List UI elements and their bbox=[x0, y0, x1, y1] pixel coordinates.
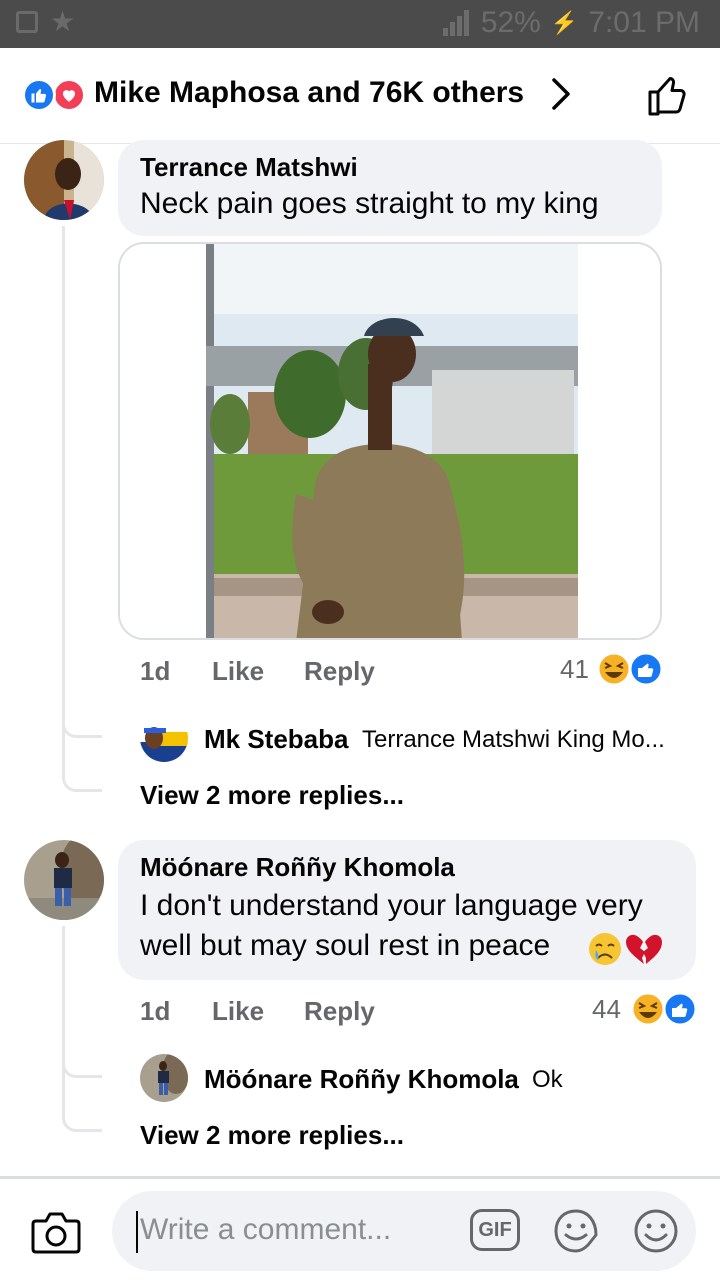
avatar[interactable] bbox=[140, 1054, 188, 1102]
reactions-header[interactable]: Mike Maphosa and 76K others bbox=[0, 48, 720, 144]
comment-author[interactable]: Terrance Matshwi bbox=[140, 152, 358, 183]
reaction-summary-icons[interactable] bbox=[630, 990, 698, 1028]
text-caret bbox=[136, 1211, 138, 1253]
like-post-icon[interactable] bbox=[646, 74, 690, 118]
comment-timestamp: 1d bbox=[140, 656, 171, 686]
comment-text-line: I don't understand your language very bbox=[140, 889, 643, 922]
reply-author[interactable]: Mk Stebaba bbox=[204, 724, 349, 755]
reply-author[interactable]: Möónare Roññy Khomola bbox=[204, 1064, 519, 1095]
avatar[interactable] bbox=[24, 140, 104, 220]
gallery-notification-icon bbox=[16, 11, 38, 33]
like-button[interactable]: Like bbox=[212, 656, 264, 687]
avatar[interactable] bbox=[140, 714, 188, 762]
reaction-count[interactable]: 44 bbox=[592, 994, 621, 1025]
avatar[interactable] bbox=[24, 840, 104, 920]
emoji-icon[interactable] bbox=[632, 1207, 680, 1255]
comment-input[interactable]: Write a comment... GIF bbox=[112, 1191, 696, 1271]
sad-and-broken-heart-emoji-icon bbox=[589, 933, 662, 965]
like-reaction-icon bbox=[22, 78, 56, 112]
chevron-right-icon[interactable] bbox=[548, 74, 574, 114]
thread-connector bbox=[62, 738, 102, 792]
comment-text: Neck pain goes straight to my king bbox=[140, 187, 599, 220]
reply-button[interactable]: Reply bbox=[304, 996, 375, 1027]
comment-input-placeholder: Write a comment... bbox=[140, 1213, 392, 1246]
comment-timestamp: 1d bbox=[140, 996, 171, 1026]
comments-sheet: Mike Maphosa and 76K others Terrance Mat… bbox=[0, 48, 720, 1280]
reactions-summary[interactable]: Mike Maphosa and 76K others bbox=[94, 76, 524, 110]
view-more-replies[interactable]: View 2 more replies... bbox=[140, 1120, 404, 1151]
sticker-icon[interactable] bbox=[552, 1207, 600, 1255]
reaction-icons bbox=[22, 78, 88, 112]
comment-composer: Write a comment... GIF bbox=[0, 1176, 720, 1280]
star-notification-icon: ★ bbox=[50, 5, 76, 38]
reply-button[interactable]: Reply bbox=[304, 656, 375, 687]
clock: 7:01 PM bbox=[588, 6, 700, 39]
thread-line bbox=[62, 226, 65, 746]
thread-connector bbox=[62, 1028, 102, 1078]
view-more-replies[interactable]: View 2 more replies... bbox=[140, 780, 404, 811]
reply-text[interactable]: Ok bbox=[532, 1066, 563, 1094]
charging-icon: ⚡ bbox=[550, 10, 579, 35]
battery-percent: 52% bbox=[480, 6, 541, 39]
comment-bubble[interactable]: Möónare Roññy Khomola I don't understand… bbox=[118, 840, 696, 980]
status-bar: ★ 52% ⚡ 7:01 PM bbox=[0, 0, 720, 48]
love-reaction-icon bbox=[52, 78, 86, 112]
comment-photo[interactable] bbox=[118, 242, 662, 640]
gif-button[interactable]: GIF bbox=[470, 1209, 520, 1251]
like-button[interactable]: Like bbox=[212, 996, 264, 1027]
comment-text-line: well but may soul rest in peace bbox=[140, 929, 551, 962]
comment-bubble[interactable]: Terrance Matshwi Neck pain goes straight… bbox=[118, 140, 662, 236]
reaction-count[interactable]: 41 bbox=[560, 654, 589, 685]
signal-icon bbox=[442, 10, 471, 36]
comment-author[interactable]: Möónare Roññy Khomola bbox=[140, 852, 455, 883]
reaction-summary-icons[interactable] bbox=[596, 650, 664, 688]
thread-connector bbox=[62, 688, 102, 738]
reply-text[interactable]: Terrance Matshwi King Mo... bbox=[362, 726, 665, 754]
thread-connector bbox=[62, 1078, 102, 1132]
camera-icon[interactable] bbox=[30, 1209, 82, 1255]
